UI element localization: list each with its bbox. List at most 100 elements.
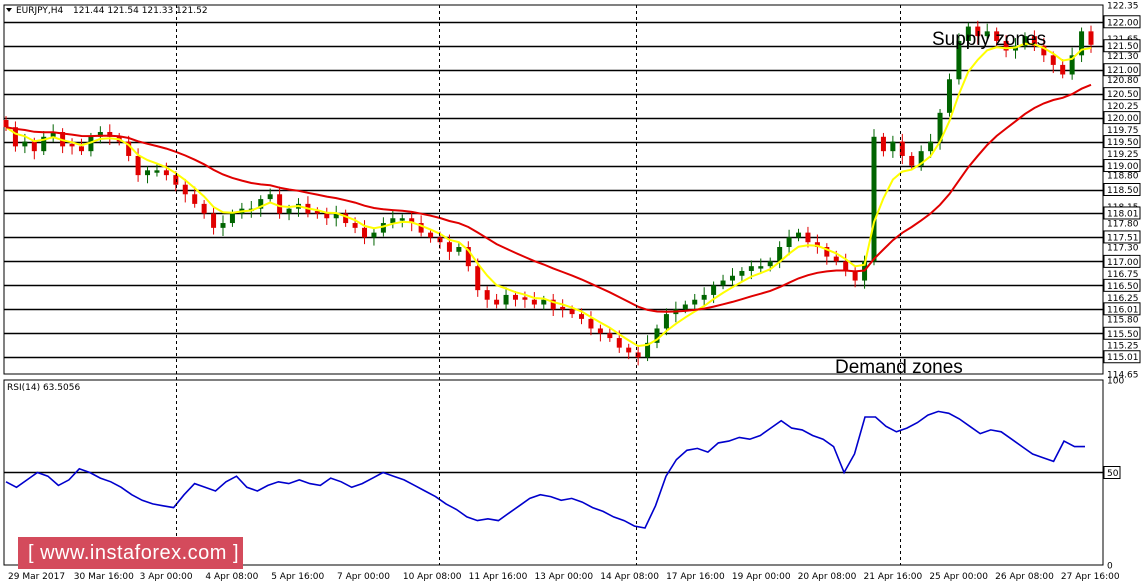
price-tick-label: 117.00 <box>1107 258 1139 268</box>
candle-body <box>852 270 858 281</box>
supply-zones-annotation: Supply zones <box>932 29 1046 50</box>
price-tick-label: 119.25 <box>1107 150 1139 160</box>
candle-body <box>607 333 613 339</box>
candle-body <box>220 223 226 228</box>
candle-body <box>229 213 235 224</box>
x-tick-label: 7 Apr 00:00 <box>337 572 390 582</box>
candle-body <box>362 227 368 238</box>
candle-body <box>456 247 462 252</box>
price-tick-label: 117.80 <box>1107 220 1139 230</box>
candle-body <box>22 141 28 147</box>
candle-body <box>720 280 726 286</box>
candle-body <box>805 232 811 243</box>
chart-header-symbol: EURJPY,H4 <box>16 6 64 16</box>
candle-body <box>512 294 518 300</box>
candle-body <box>211 213 217 228</box>
candle-body <box>890 141 896 152</box>
candle-body <box>579 314 585 319</box>
candle-body <box>796 232 802 238</box>
rsi-tick-label: 50 <box>1107 469 1119 479</box>
price-tick-label: 115.80 <box>1107 315 1139 325</box>
candle-body <box>626 347 632 353</box>
candle-body <box>78 146 84 152</box>
candle-body <box>588 318 594 329</box>
candle-body <box>616 338 622 348</box>
price-tick-label: 122.00 <box>1107 18 1139 28</box>
candle-body <box>701 294 707 300</box>
candle-body <box>531 299 537 305</box>
candle-body <box>560 306 566 310</box>
candle-body <box>475 266 481 291</box>
price-panel: 122.35122.00121.65121.50121.30121.00120.… <box>3 2 1141 381</box>
candle-body <box>31 141 37 152</box>
chart-menu-arrow-icon <box>6 8 12 12</box>
candle-body <box>541 299 547 305</box>
x-tick-label: 26 Apr 08:00 <box>995 572 1054 582</box>
ma-fast-line <box>5 42 1092 348</box>
x-tick-label: 17 Apr 16:00 <box>666 572 725 582</box>
price-tick-label: 115.25 <box>1107 342 1139 352</box>
price-tick-label: 121.00 <box>1107 66 1139 76</box>
candle-body <box>135 155 141 176</box>
price-tick-label: 117.30 <box>1107 244 1139 254</box>
candle-body <box>428 232 434 238</box>
candle-body <box>880 136 886 152</box>
demand-zones-annotation: Demand zones <box>835 357 963 378</box>
candle-body <box>3 120 9 128</box>
price-tick-label: 120.50 <box>1107 90 1139 100</box>
rsi-tick-label: 100 <box>1107 377 1124 387</box>
candle-body <box>380 223 386 233</box>
price-tick-label: 120.80 <box>1107 76 1139 86</box>
price-tick-label: 118.80 <box>1107 172 1139 182</box>
watermark-banner: [ www.instaforex.com ] <box>18 537 243 569</box>
candle-body <box>758 266 764 269</box>
x-tick-label: 25 Apr 00:00 <box>929 572 988 582</box>
x-tick-label: 21 Apr 16:00 <box>864 572 923 582</box>
candle-body <box>277 194 283 214</box>
candle-body <box>182 184 188 195</box>
candle-body <box>786 237 792 248</box>
price-tick-label: 116.50 <box>1107 282 1139 292</box>
price-tick-label: 122.35 <box>1107 2 1139 12</box>
candle-body <box>145 170 151 176</box>
price-tick-label: 117.51 <box>1107 233 1139 243</box>
candle-body <box>267 194 273 200</box>
candle-body <box>833 256 839 262</box>
rsi-tick-label: 0 <box>1107 562 1113 572</box>
candle-body <box>154 170 160 173</box>
rsi-label: RSI(14) 63.5056 <box>7 383 80 393</box>
candle-body <box>352 223 358 228</box>
candle-body <box>928 141 934 152</box>
price-tick-label: 118.01 <box>1107 209 1139 219</box>
candle-body <box>163 170 169 176</box>
candle-body <box>399 218 405 221</box>
price-tick-label: 119.75 <box>1107 126 1139 136</box>
candle-body <box>739 270 745 276</box>
candle-body <box>1060 64 1066 75</box>
candle-body <box>192 194 198 204</box>
x-tick-label: 10 Apr 08:00 <box>403 572 462 582</box>
price-tick-label: 116.01 <box>1107 305 1139 315</box>
price-tick-label: 120.25 <box>1107 102 1139 112</box>
price-tick-label: 119.00 <box>1107 162 1139 172</box>
price-panel-frame <box>3 4 1104 375</box>
candle-body <box>711 285 717 295</box>
chart-header-ohlc: 121.44 121.54 121.33 121.52 <box>73 6 208 16</box>
candle-body <box>173 175 179 185</box>
price-tick-label: 115.50 <box>1107 330 1139 340</box>
x-tick-label: 5 Apr 16:00 <box>271 572 324 582</box>
candle-body <box>1088 31 1094 45</box>
price-tick-label: 116.75 <box>1107 270 1139 280</box>
candle-body <box>324 213 330 219</box>
x-tick-label: 30 Mar 16:00 <box>74 572 134 582</box>
candle-body <box>1050 55 1056 65</box>
price-tick-label: 121.50 <box>1107 42 1139 52</box>
candle-body <box>201 203 207 214</box>
candle-body <box>503 294 509 305</box>
x-tick-label: 14 Apr 08:00 <box>600 572 659 582</box>
price-tick-label: 115.01 <box>1107 353 1139 363</box>
candle-body <box>390 218 396 224</box>
candle-body <box>692 299 698 305</box>
rsi-line <box>5 410 1085 529</box>
x-tick-label: 29 Mar 2017 <box>8 572 65 582</box>
